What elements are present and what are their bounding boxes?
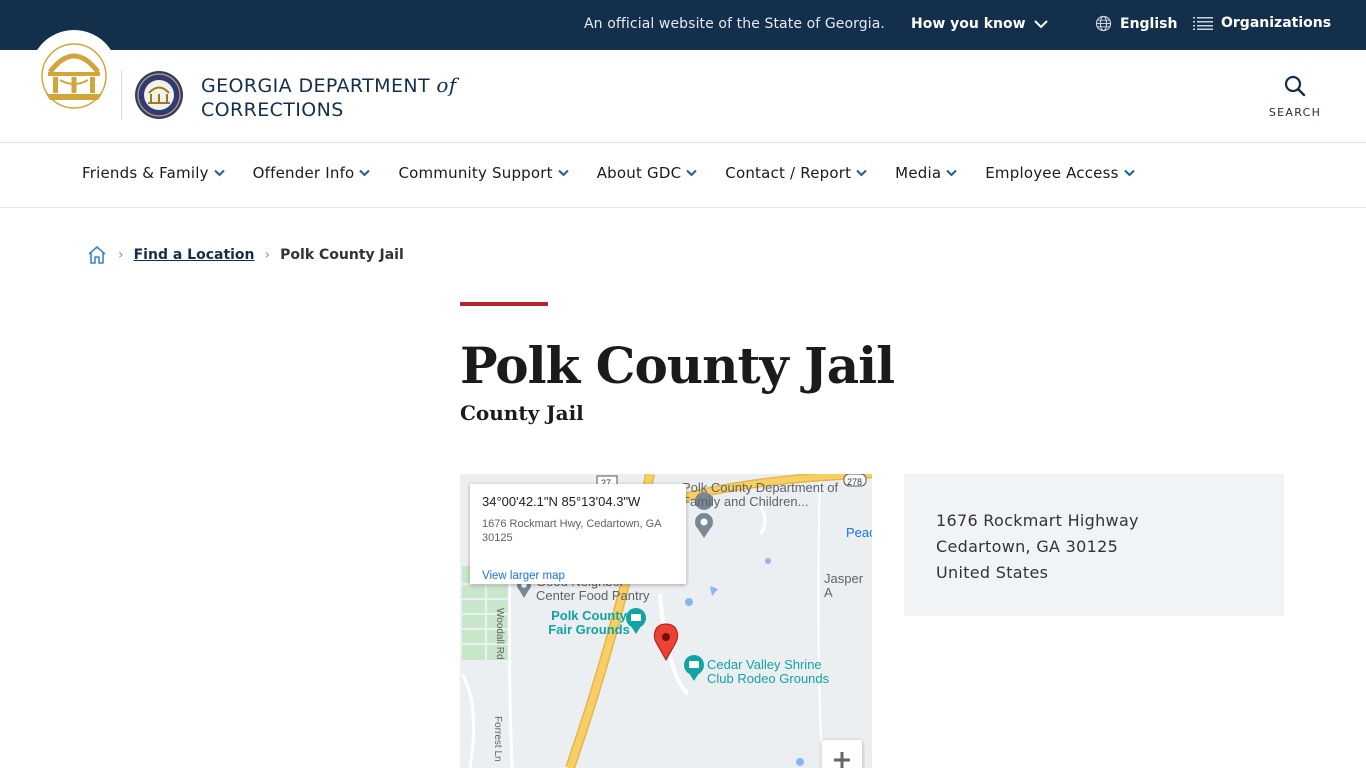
map-label-shrine-club: Cedar Valley Shrine Club Rodeo Grounds xyxy=(707,657,830,686)
nav-label: Friends & Family xyxy=(82,164,209,182)
language-label: English xyxy=(1120,15,1178,32)
page-subtitle: County Jail xyxy=(460,401,584,425)
nav-label: Community Support xyxy=(398,164,553,182)
address-line-2: Cedartown, GA 30125 xyxy=(936,537,1119,556)
map-label-peac: Peac xyxy=(846,525,872,540)
list-icon xyxy=(1193,17,1213,30)
address-line-3: United States xyxy=(936,563,1049,582)
nav-item-community-support[interactable]: Community Support xyxy=(398,164,569,182)
map-info-popup: 34°00'42.1"N 85°13'04.3"W 1676 Rockmart … xyxy=(470,484,686,584)
nav-item-friends-family[interactable]: Friends & Family xyxy=(82,164,225,182)
official-site-text: An official website of the State of Geor… xyxy=(584,16,885,32)
globe-icon xyxy=(1095,15,1112,32)
location-map[interactable]: 27 278 Polk County Department of Family … xyxy=(460,474,872,768)
address-line-1: 1676 Rockmart Highway xyxy=(936,511,1139,530)
title-accent-bar xyxy=(460,302,548,306)
nav-label: Employee Access xyxy=(985,164,1119,182)
language-selector[interactable]: English xyxy=(1095,15,1177,32)
chevron-down-icon xyxy=(686,169,698,177)
organizations-menu[interactable]: Organizations xyxy=(1193,15,1331,31)
breadcrumb: › Find a Location › Polk County Jail xyxy=(86,244,404,266)
map-route-278: 278 xyxy=(847,477,863,487)
brand-line-2: CORRECTIONS xyxy=(201,99,344,121)
how-you-know-toggle[interactable]: How you know xyxy=(911,16,1048,32)
nav-item-about-gdc[interactable]: About GDC xyxy=(597,164,698,182)
zoom-in-button[interactable] xyxy=(822,740,862,768)
home-icon[interactable] xyxy=(86,244,108,266)
chevron-down-icon xyxy=(1123,169,1135,177)
map-label-woodall-rd: Woodall Rd xyxy=(494,608,505,660)
agency-name[interactable]: GEORGIA DEPARTMENT of CORRECTIONS xyxy=(201,73,457,122)
nav-label: Contact / Report xyxy=(725,164,852,182)
main-nav: Friends & Family Offender Info Community… xyxy=(0,143,1366,208)
department-seal-icon xyxy=(135,71,183,119)
search-button[interactable]: SEARCH xyxy=(1262,74,1328,119)
nav-label: Media xyxy=(895,164,942,182)
map-label-jasper: Jasper A xyxy=(824,571,864,600)
breadcrumb-current: Polk County Jail xyxy=(280,247,404,263)
chevron-down-icon xyxy=(558,169,569,177)
plus-icon xyxy=(834,752,850,768)
map-label-fair-grounds: Polk County Fair Grounds xyxy=(548,608,630,637)
brand-of: of xyxy=(436,73,457,97)
nav-item-contact-report[interactable]: Contact / Report xyxy=(725,164,867,182)
map-popup-address: 1676 Rockmart Hwy, Cedartown, GA 30125 xyxy=(482,518,661,544)
address-card: 1676 Rockmart Highway Cedartown, GA 3012… xyxy=(904,474,1284,616)
search-icon xyxy=(1284,75,1306,97)
chevron-down-icon xyxy=(946,169,957,177)
organizations-label: Organizations xyxy=(1221,15,1332,31)
site-header: GEORGIA DEPARTMENT of CORRECTIONS SEARCH xyxy=(0,30,1366,143)
nav-label: Offender Info xyxy=(252,164,355,182)
nav-label: About GDC xyxy=(596,164,682,182)
nav-item-media[interactable]: Media xyxy=(895,164,957,182)
chevron-right-icon: › xyxy=(118,247,124,263)
view-larger-map-link[interactable]: View larger map xyxy=(482,570,565,582)
chevron-down-icon xyxy=(856,169,867,177)
search-label: SEARCH xyxy=(1268,106,1322,119)
georgia-arch-logo-icon xyxy=(41,43,107,109)
chevron-down-icon xyxy=(359,169,371,177)
chevron-down-icon xyxy=(213,169,225,177)
breadcrumb-find-location-link[interactable]: Find a Location xyxy=(134,247,255,263)
page-title: Polk County Jail xyxy=(460,336,895,395)
map-label-forrest-ln: Forrest Ln xyxy=(492,716,503,762)
header-divider xyxy=(121,70,122,120)
map-coordinates: 34°00'42.1"N 85°13'04.3"W xyxy=(482,494,641,509)
how-you-know-label: How you know xyxy=(911,16,1026,32)
chevron-down-icon xyxy=(1033,20,1048,29)
brand-line-1: GEORGIA DEPARTMENT xyxy=(201,75,430,97)
nav-item-offender-info[interactable]: Offender Info xyxy=(253,164,371,182)
map-label-dfcs: Polk County Department of Family and Chi… xyxy=(682,480,839,509)
chevron-right-icon: › xyxy=(264,247,271,263)
nav-item-employee-access[interactable]: Employee Access xyxy=(985,164,1135,182)
official-banner: An official website of the State of Geor… xyxy=(0,0,1366,50)
